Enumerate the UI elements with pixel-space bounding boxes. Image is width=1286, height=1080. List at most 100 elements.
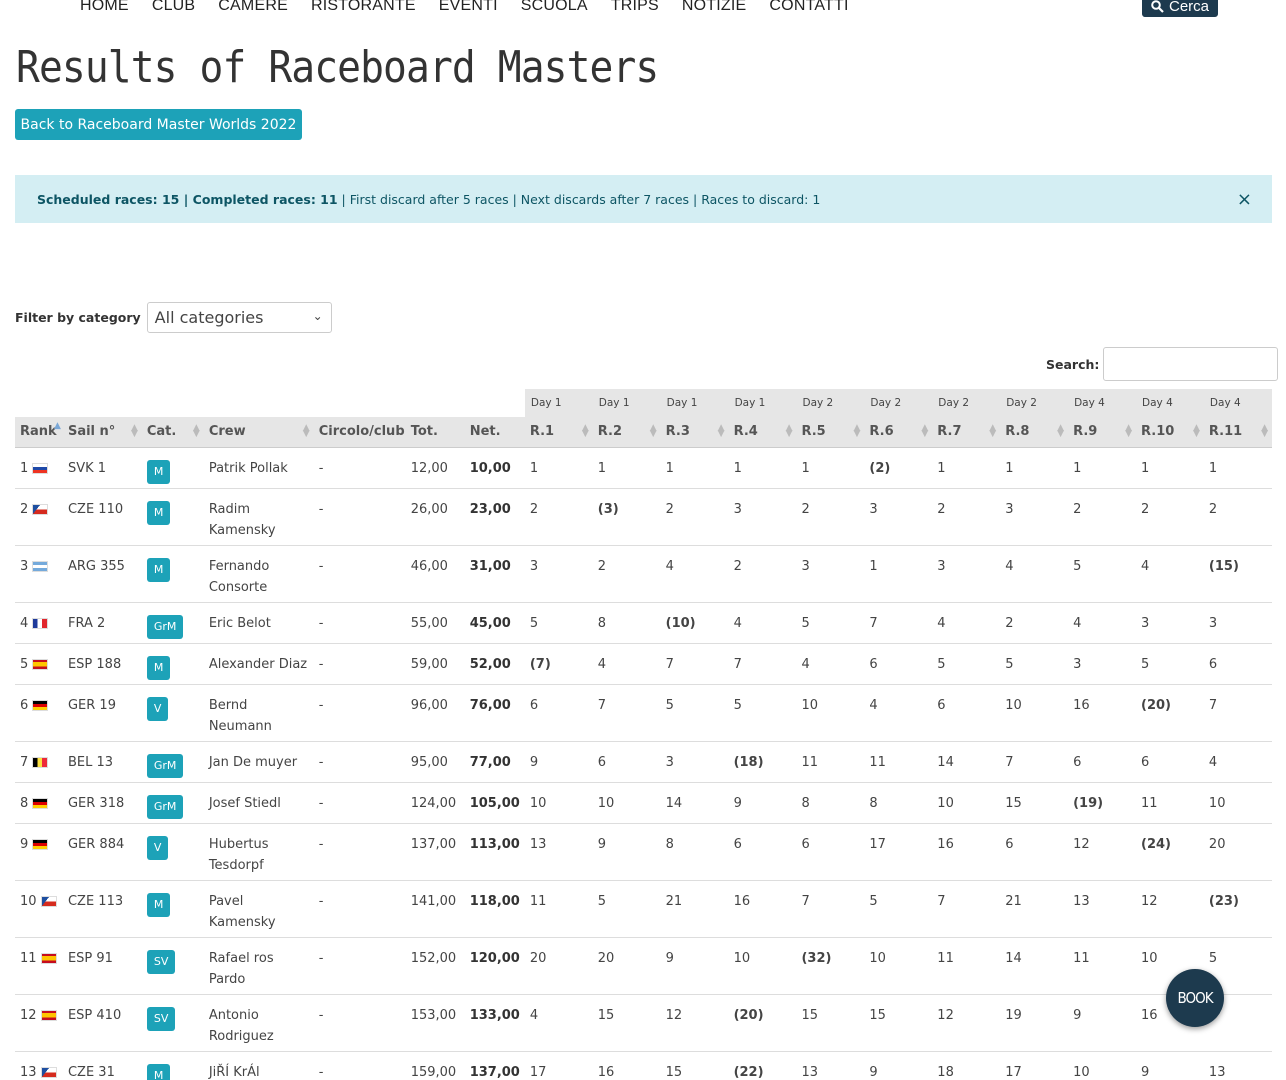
race-result: 5 bbox=[592, 880, 661, 938]
column-header[interactable]: R.9 ▲ ▼ bbox=[1068, 417, 1136, 448]
race-result: 11 bbox=[796, 741, 865, 783]
category-badge: V bbox=[146, 835, 169, 860]
race-result: 2 bbox=[660, 488, 729, 546]
nav-item-scuola[interactable]: SCUOLA bbox=[521, 0, 588, 15]
race-result: (10) bbox=[660, 602, 729, 644]
flag-icon bbox=[32, 756, 49, 768]
flag-icon bbox=[32, 560, 49, 572]
column-header-label: Rank bbox=[20, 424, 57, 440]
race-result: 16 bbox=[932, 823, 1001, 881]
nav-item-notizie[interactable]: NOTIZIE bbox=[682, 0, 747, 15]
race-result: 17 bbox=[864, 823, 933, 881]
race-result: 6 bbox=[728, 823, 797, 881]
race-result: 9 bbox=[864, 1051, 933, 1080]
category-cell: SV bbox=[141, 937, 204, 995]
race-result: 6 bbox=[1136, 741, 1204, 783]
column-header[interactable]: Cat. ▲ ▼ bbox=[141, 417, 204, 448]
net-points: 118,00 bbox=[464, 880, 525, 938]
category-badge: M bbox=[146, 1063, 171, 1080]
club-name: - bbox=[313, 602, 406, 644]
sort-icon: ▲ ▼ bbox=[717, 423, 725, 439]
race-result: 16 bbox=[1068, 684, 1136, 742]
race-result: 2 bbox=[932, 488, 1001, 546]
race-result: 2 bbox=[524, 488, 593, 546]
sort-icon: ▲ ▼ bbox=[921, 423, 929, 439]
column-header[interactable]: R.1 ▲ ▼ bbox=[524, 417, 593, 448]
race-result: 7 bbox=[1203, 684, 1272, 742]
race-day-label: Day 2 bbox=[1000, 389, 1069, 417]
book-button[interactable]: BOOK bbox=[1166, 969, 1224, 1027]
table-row: 11 ESP 91 SV Rafael ros Pardo -152,00 120,00 2… bbox=[15, 937, 1272, 995]
rank-cell: 4 bbox=[15, 602, 63, 644]
column-header[interactable]: R.8 ▲ ▼ bbox=[1000, 417, 1069, 448]
category-badge: GrM bbox=[146, 794, 184, 819]
category-filter: Filter by category All categories ⌄ bbox=[15, 302, 332, 333]
column-header-label: R.6 bbox=[869, 424, 894, 440]
net-points: 52,00 bbox=[464, 643, 525, 685]
column-header-label: R.4 bbox=[733, 424, 758, 440]
nav-item-trips[interactable]: TRIPS bbox=[611, 0, 659, 15]
column-header[interactable]: R.5 ▲ ▼ bbox=[796, 417, 865, 448]
nav-item-club[interactable]: CLUB bbox=[152, 0, 195, 15]
column-header[interactable]: R.2 ▲ ▼ bbox=[592, 417, 661, 448]
column-header[interactable]: R.11 ▲ ▼ bbox=[1203, 417, 1272, 448]
column-header[interactable]: Rank ▲ bbox=[15, 417, 63, 448]
nav-item-camere[interactable]: CAMERE bbox=[218, 0, 288, 15]
column-header[interactable]: R.3 ▲ ▼ bbox=[660, 417, 729, 448]
category-select[interactable]: All categories ⌄ bbox=[146, 302, 332, 333]
column-header[interactable]: Crew ▲ ▼ bbox=[203, 417, 314, 448]
club-name: - bbox=[313, 741, 406, 783]
back-button[interactable]: Back to Raceboard Master Worlds 2022 bbox=[15, 109, 302, 140]
race-result: (22) bbox=[728, 1051, 797, 1080]
column-header-label: Crew bbox=[208, 424, 246, 440]
race-result: 8 bbox=[660, 823, 729, 881]
nav-item-eventi[interactable]: EVENTI bbox=[439, 0, 498, 15]
table-row: 13 CZE 31 M JiŘÍ KrÁl -159,00 137,00 17 16 15 (22… bbox=[15, 1051, 1272, 1080]
search-button[interactable]: Cerca bbox=[1142, 0, 1218, 17]
race-result: 21 bbox=[660, 880, 729, 938]
table-row: 4 FRA 2 GrM Eric Belot -55,00 45,00 5 8 (10) 4 5 7 4… bbox=[15, 602, 1272, 644]
race-result: 20 bbox=[524, 937, 593, 995]
race-result: 2 bbox=[1000, 602, 1069, 644]
column-header[interactable]: R.6 ▲ ▼ bbox=[864, 417, 933, 448]
nav-item-home[interactable]: HOME bbox=[80, 0, 129, 15]
race-result: (19) bbox=[1068, 782, 1136, 824]
sail-number: CZE 110 bbox=[62, 488, 142, 546]
search-input[interactable] bbox=[1103, 347, 1279, 381]
race-info-alert: Scheduled races: 15 | Completed races: 1… bbox=[15, 175, 1272, 223]
sail-number: ARG 355 bbox=[62, 545, 142, 603]
crew-name: JiŘÍ KrÁl bbox=[203, 1051, 314, 1080]
close-icon[interactable]: × bbox=[1237, 189, 1252, 210]
race-result: 4 bbox=[864, 684, 933, 742]
column-header[interactable]: R.4 ▲ ▼ bbox=[728, 417, 797, 448]
search-icon bbox=[1151, 0, 1164, 13]
column-header[interactable]: R.7 ▲ ▼ bbox=[932, 417, 1001, 448]
column-header[interactable]: Tot. bbox=[405, 417, 465, 448]
sort-icon: ▲ ▼ bbox=[581, 423, 589, 439]
category-cell: M bbox=[141, 643, 204, 685]
race-result: 21 bbox=[1000, 880, 1069, 938]
column-header[interactable]: R.10 ▲ ▼ bbox=[1136, 417, 1204, 448]
crew-name: Fernando Consorte bbox=[203, 545, 314, 603]
sail-number: ESP 188 bbox=[62, 643, 142, 685]
category-cell: GrM bbox=[141, 602, 204, 644]
race-result: 15 bbox=[796, 994, 865, 1052]
column-header[interactable]: Net. bbox=[464, 417, 525, 448]
alert-separator: | bbox=[179, 191, 193, 207]
filter-label: Filter by category bbox=[15, 310, 141, 325]
race-result: 4 bbox=[728, 602, 797, 644]
net-points: 105,00 bbox=[464, 782, 525, 824]
net-points: 76,00 bbox=[464, 684, 525, 742]
nav-item-ristorante[interactable]: RISTORANTE bbox=[311, 0, 416, 15]
column-header[interactable]: Sail n° ▲ ▼ bbox=[62, 417, 142, 448]
rank-value: 10 bbox=[20, 893, 37, 909]
race-result: 3 bbox=[932, 545, 1001, 603]
sort-icon: ▲ ▼ bbox=[1261, 423, 1268, 439]
column-header[interactable]: Circolo/club bbox=[313, 417, 406, 448]
nav-item-contatti[interactable]: CONTATTI bbox=[769, 0, 848, 15]
club-name: - bbox=[313, 545, 406, 603]
race-result: 12 bbox=[932, 994, 1001, 1052]
race-result: (24) bbox=[1136, 823, 1204, 881]
race-result: 13 bbox=[1203, 1051, 1272, 1080]
net-points: 10,00 bbox=[464, 447, 525, 489]
